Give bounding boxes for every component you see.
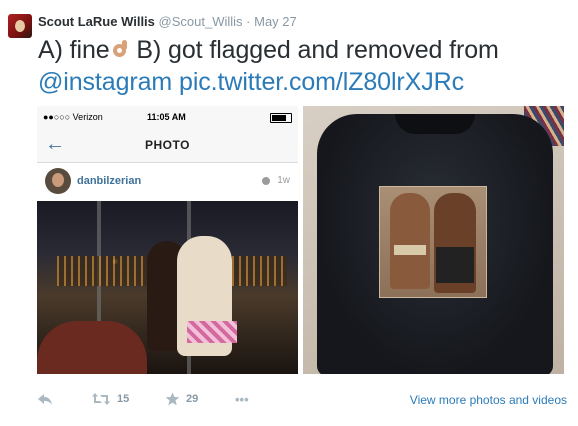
favorite-button[interactable]: 29 bbox=[165, 392, 198, 406]
plaid-skirt bbox=[187, 321, 237, 343]
tweet-text-part1: A) fine bbox=[38, 36, 110, 64]
retweet-button[interactable]: 15 bbox=[91, 392, 129, 406]
more-options-button[interactable]: ••• bbox=[235, 392, 249, 407]
instagram-photo bbox=[37, 201, 298, 374]
instagram-post-age: 1w bbox=[277, 175, 290, 186]
tweet-actions: 15 29 ••• View more photos and videos bbox=[37, 392, 567, 412]
black-jacket bbox=[317, 114, 553, 374]
retweet-icon bbox=[92, 393, 110, 405]
media-photo-jacket[interactable] bbox=[303, 106, 564, 374]
tweet-text: A) fine B) got flagged and removed from … bbox=[38, 34, 568, 98]
instagram-user-avatar bbox=[45, 168, 71, 194]
media-photo-instagram-screenshot[interactable]: ●●○○○ Verizon 11:05 AM ← PHOTO danbilzer… bbox=[37, 106, 298, 374]
patch-figure bbox=[390, 193, 430, 289]
instagram-photo-title: PHOTO bbox=[145, 138, 190, 152]
carrier-label: ●●○○○ Verizon bbox=[43, 112, 103, 122]
instagram-username: danbilzerian bbox=[77, 175, 142, 187]
instagram-mention-link[interactable]: @instagram bbox=[38, 68, 172, 96]
tweet-date[interactable]: May 27 bbox=[254, 14, 297, 29]
author-name[interactable]: Scout LaRue Willis bbox=[38, 14, 155, 29]
reply-icon bbox=[38, 394, 52, 405]
ok-hand-emoji-icon bbox=[110, 40, 130, 60]
pic-link[interactable]: pic.twitter.com/lZ80lrXJRc bbox=[179, 68, 464, 96]
header-separator: · bbox=[246, 14, 251, 29]
tweet-text-part2: B) got flagged and removed from bbox=[129, 36, 499, 64]
battery-icon bbox=[270, 113, 292, 123]
instagram-nav-bar: ← PHOTO bbox=[37, 128, 298, 163]
tweet-header: Scout LaRue Willis @Scout_Willis · May 2… bbox=[38, 14, 297, 29]
chair-shape bbox=[37, 321, 147, 374]
author-avatar[interactable] bbox=[8, 14, 32, 38]
retweet-count: 15 bbox=[117, 393, 130, 405]
author-screen-name[interactable]: @Scout_Willis bbox=[159, 14, 243, 29]
ios-status-bar: ●●○○○ Verizon 11:05 AM bbox=[37, 106, 298, 128]
printed-patch bbox=[379, 186, 487, 298]
instagram-user-row: danbilzerian 1w bbox=[37, 163, 298, 201]
favorite-count: 29 bbox=[186, 393, 199, 405]
clock-icon bbox=[262, 177, 270, 185]
status-time: 11:05 AM bbox=[147, 112, 186, 122]
patch-garment bbox=[436, 247, 474, 283]
view-more-photos-link[interactable]: View more photos and videos bbox=[410, 393, 567, 407]
jacket-collar bbox=[395, 114, 475, 134]
star-icon bbox=[165, 392, 180, 406]
reply-button[interactable] bbox=[37, 392, 53, 406]
patch-garment bbox=[394, 245, 426, 255]
